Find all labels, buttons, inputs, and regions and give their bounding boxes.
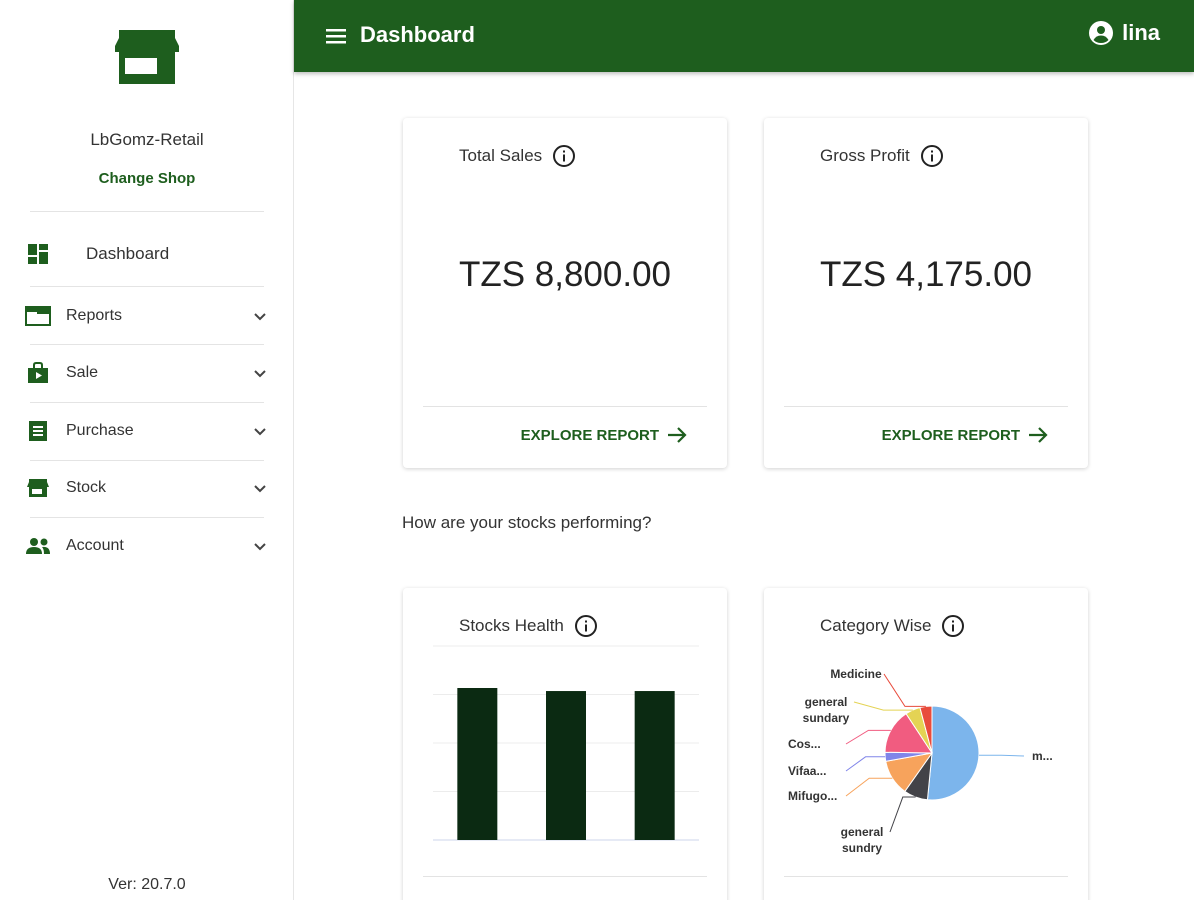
change-shop-link[interactable]: Change Shop xyxy=(0,170,294,187)
sidebar-divider xyxy=(30,344,264,345)
shop-name: LbGomz-Retail xyxy=(90,130,204,149)
chevron-down-icon xyxy=(254,313,266,321)
sidebar-item-label: Account xyxy=(66,537,124,554)
chevron-down-icon xyxy=(254,485,266,493)
chevron-down-icon xyxy=(254,370,266,378)
pie-connector xyxy=(845,777,893,797)
store-icon xyxy=(115,30,179,84)
sidebar-item-account[interactable]: Account xyxy=(24,526,274,566)
total-sales-card: Total Sales TZS 8,800.00 EXPLORE REPORT xyxy=(403,118,727,468)
reports-icon xyxy=(24,304,52,328)
pie-connector xyxy=(883,673,926,707)
card-divider xyxy=(784,406,1068,407)
pie-label: m... xyxy=(1032,749,1053,763)
stocks-health-card: Stocks Health xyxy=(403,588,727,900)
sidebar-item-stock[interactable]: Stock xyxy=(24,468,274,508)
stocks-health-chart xyxy=(433,645,699,841)
category-wise-chart: m... general sundry Mifugo... Vifaa... Cos...… xyxy=(788,667,1053,855)
sidebar-item-label: Stock xyxy=(66,479,107,496)
explore-report-label: EXPLORE REPORT xyxy=(520,426,659,444)
pie-connector xyxy=(853,701,913,711)
explore-report-label: EXPLORE REPORT xyxy=(881,426,1020,444)
total-sales-value: TZS 8,800.00 xyxy=(458,255,672,294)
card-divider xyxy=(423,406,707,407)
arrow-right-icon xyxy=(668,427,687,443)
sidebar-item-dashboard[interactable]: Dashboard xyxy=(24,234,274,274)
card-divider xyxy=(423,876,707,877)
app-version: Ver: 20.7.0 xyxy=(108,876,186,893)
sidebar-item-purchase[interactable]: Purchase xyxy=(24,411,274,451)
sidebar-divider xyxy=(30,211,264,212)
sidebar-item-label: Sale xyxy=(66,364,99,381)
sidebar: LbGomz-Retail Change Shop Dashboard Repo… xyxy=(0,0,294,900)
sale-icon xyxy=(24,361,52,385)
pie-label: Medicine xyxy=(830,667,882,681)
explore-report-button[interactable]: EXPLORE REPORT xyxy=(521,426,687,444)
bar[interactable] xyxy=(634,691,675,840)
total-sales-title: Total Sales xyxy=(459,146,543,165)
info-icon[interactable] xyxy=(552,144,576,168)
pie-label: Cos... xyxy=(788,737,821,751)
account-icon xyxy=(24,534,52,558)
sidebar-item-label: Dashboard xyxy=(86,244,170,263)
chevron-down-icon xyxy=(254,543,266,551)
bar[interactable] xyxy=(457,688,498,840)
gross-profit-title: Gross Profit xyxy=(820,146,910,165)
info-icon[interactable] xyxy=(920,144,944,168)
sidebar-divider xyxy=(30,517,264,518)
pie-connector xyxy=(845,729,891,745)
stocks-question: How are your stocks performing? xyxy=(402,513,652,532)
pie-label: Mifugo... xyxy=(788,789,837,803)
gross-profit-value: TZS 4,175.00 xyxy=(819,255,1033,294)
user-menu[interactable]: lina xyxy=(1088,20,1160,46)
arrow-right-icon xyxy=(1029,427,1048,443)
user-name: lina xyxy=(1122,20,1160,45)
card-divider xyxy=(784,876,1068,877)
chevron-down-icon xyxy=(254,428,266,436)
bar[interactable] xyxy=(546,691,586,840)
sidebar-item-label: Purchase xyxy=(66,422,134,439)
sidebar-item-sale[interactable]: Sale xyxy=(24,353,274,393)
purchase-icon xyxy=(24,419,52,443)
pie-connector xyxy=(845,756,886,772)
explore-report-button[interactable]: EXPLORE REPORT xyxy=(882,426,1048,444)
pie-slice[interactable] xyxy=(926,705,980,801)
pie-label: general sundry xyxy=(841,825,884,855)
pie-connector xyxy=(889,796,916,833)
pie-connector xyxy=(978,754,1025,757)
page-title: Dashboard xyxy=(360,22,475,47)
card-title: Total Sales xyxy=(459,144,576,168)
sidebar-divider xyxy=(30,460,264,461)
card-title: Gross Profit xyxy=(820,144,944,168)
account-circle-icon xyxy=(1089,21,1114,45)
pie-label: general sundary xyxy=(803,695,850,725)
sidebar-item-reports[interactable]: Reports xyxy=(24,296,274,336)
category-wise-card: Category Wise m... general sundry Mifugo...… xyxy=(764,588,1088,900)
dashboard-icon xyxy=(24,242,52,266)
sidebar-item-label: Reports xyxy=(66,307,123,324)
stock-icon xyxy=(24,476,52,500)
sidebar-divider xyxy=(30,402,264,403)
app-header: Dashboard lina xyxy=(294,0,1194,72)
menu-icon[interactable] xyxy=(324,24,348,48)
gross-profit-card: Gross Profit TZS 4,175.00 EXPLORE REPORT xyxy=(764,118,1088,468)
pie-label: Vifaa... xyxy=(788,764,826,778)
sidebar-divider xyxy=(30,286,264,287)
